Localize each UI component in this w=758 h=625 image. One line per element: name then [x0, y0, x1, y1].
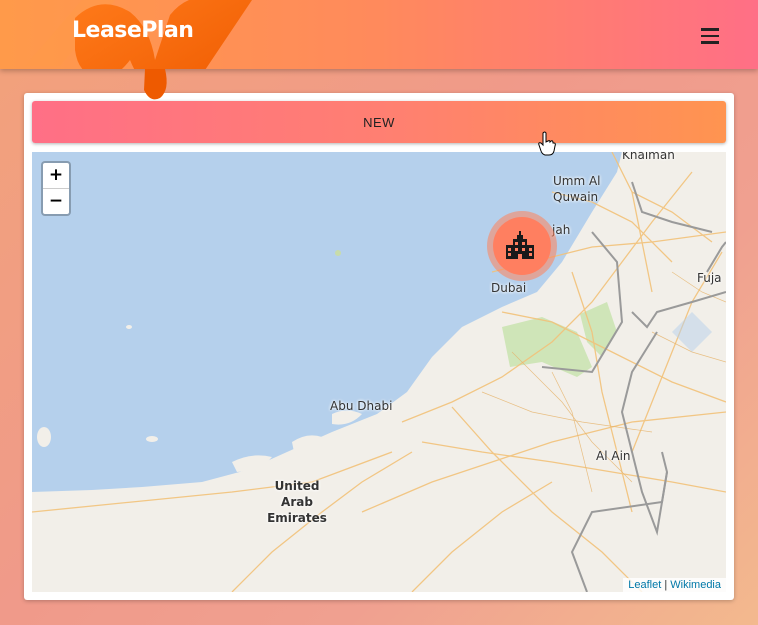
hamburger-menu-icon[interactable]	[696, 24, 724, 46]
place-fujairah: Fuja	[697, 271, 722, 285]
zoom-control: + −	[41, 161, 71, 216]
place-abu-dhabi: Abu Dhabi	[330, 399, 393, 413]
map-attribution: Leaflet | Wikimedia	[623, 578, 726, 592]
place-al-ain: Al Ain	[596, 449, 631, 463]
zoom-in-button[interactable]: +	[43, 163, 69, 188]
logo-text[interactable]: LeasePlan	[72, 18, 194, 43]
place-khaiman: Khaiman	[622, 152, 675, 162]
app-header: LeasePlan	[0, 0, 758, 69]
place-umm-al-quwain: Umm Al Quwain	[553, 174, 601, 204]
wikimedia-link[interactable]: Wikimedia	[670, 579, 721, 591]
new-button[interactable]: NEW	[32, 101, 726, 143]
main-card: NEW + − Khaiman Umm Al Quwain jah Dubai …	[24, 93, 734, 600]
place-uae: United Arab Emirates	[267, 479, 327, 525]
building-icon	[506, 231, 534, 259]
attribution-separator: |	[661, 579, 671, 591]
place-dubai: Dubai	[491, 281, 527, 295]
leaflet-link[interactable]: Leaflet	[628, 579, 661, 591]
map[interactable]: + − Khaiman Umm Al Quwain jah Dubai Fuja…	[32, 152, 726, 592]
building-marker[interactable]	[487, 211, 557, 281]
zoom-out-button[interactable]: −	[43, 188, 69, 214]
map-tiles	[32, 152, 726, 592]
